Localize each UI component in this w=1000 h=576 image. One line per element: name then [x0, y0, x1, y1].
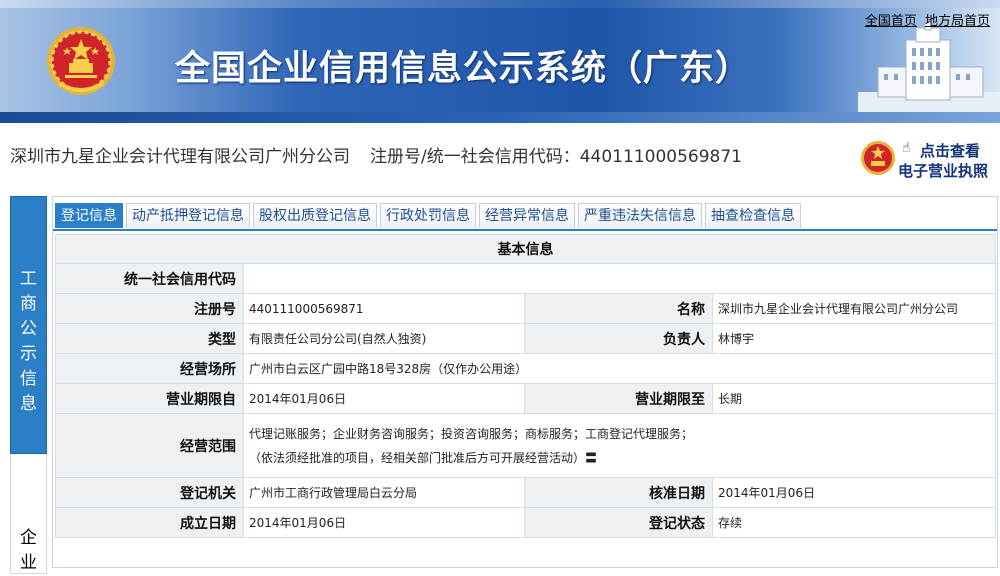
tab-administrative-penalty[interactable]: 行政处罚信息	[380, 203, 476, 228]
tab-spot-check[interactable]: 抽查检查信息	[705, 203, 801, 228]
company-name: 深圳市九星企业会计代理有限公司广州分公司	[10, 147, 350, 167]
table-row: 营业期限自 2014年01月06日 营业期限至 长期	[55, 383, 996, 414]
side-nav-label: 工商公示信息	[20, 269, 37, 414]
business-scope-line: （依法须经批准的项目，经相关部门批准后方可开展经营活动）〓	[249, 450, 598, 465]
term-from-label: 营业期限自	[55, 383, 244, 414]
person-in-charge-label: 负责人	[524, 323, 713, 354]
table-row: 类型 有限责任公司分公司(自然人独资) 负责人 林博宇	[55, 323, 996, 354]
tab-registration-info[interactable]: 登记信息	[55, 203, 123, 228]
status-label: 登记状态	[524, 507, 713, 538]
header-banner: 全国企业信用信息公示系统（广东）	[0, 0, 1000, 123]
hand-pointer-icon: ☝	[902, 140, 911, 156]
national-emblem-icon	[861, 141, 895, 175]
address-value: 广州市白云区广园中路18号328房（仅作办公用途）	[243, 353, 996, 384]
founded-date-label: 成立日期	[55, 507, 244, 538]
view-electronic-license-button[interactable]: ☝ 点击查看 电子营业执照	[860, 138, 1000, 180]
national-emblem-icon	[47, 27, 115, 95]
local-home-link[interactable]: 地方局首页	[925, 14, 990, 29]
tab-abnormal-operation[interactable]: 经营异常信息	[479, 203, 575, 228]
tab-equity-pledge[interactable]: 股权出质登记信息	[253, 203, 377, 228]
table-row: 基本信息	[55, 234, 996, 264]
type-label: 类型	[55, 323, 244, 354]
table-row: 登记机关 广州市工商行政管理局白云分局 核准日期 2014年01月06日	[55, 477, 996, 508]
approval-date-value: 2014年01月06日	[712, 477, 996, 508]
side-nav-item-business-info[interactable]: 工商公示信息	[10, 196, 47, 454]
address-label: 经营场所	[55, 353, 244, 384]
term-from-value: 2014年01月06日	[243, 383, 525, 414]
top-links: 全国首页 地方局首页	[861, 10, 990, 29]
side-nav-item-enterprise[interactable]: 企业	[10, 454, 47, 574]
table-row: 注册号 440111000569871 名称 深圳市九星企业会计代理有限公司广州…	[55, 293, 996, 324]
authority-label: 登记机关	[55, 477, 244, 508]
tab-underline	[53, 229, 997, 231]
reg-code-label: 注册号/统一社会信用代码：	[370, 147, 580, 167]
credit-code-label: 统一社会信用代码	[55, 263, 244, 294]
tab-bar: 登记信息 动产抵押登记信息 股权出质登记信息 行政处罚信息 经营异常信息 严重违法失信信息…	[55, 203, 804, 229]
credit-code-value	[243, 263, 996, 294]
reg-no-label: 注册号	[55, 293, 244, 324]
business-scope-label: 经营范围	[55, 413, 244, 478]
banner-top-strip	[0, 0, 1000, 8]
table-row: 经营场所 广州市白云区广园中路18号328房（仅作办公用途）	[55, 353, 996, 384]
reg-code-value: 440111000569871	[579, 147, 742, 167]
side-nav-label: 企业	[20, 528, 37, 573]
tab-chattel-mortgage[interactable]: 动产抵押登记信息	[126, 203, 250, 228]
authority-value: 广州市工商行政管理局白云分局	[243, 477, 525, 508]
page-title: 全国企业信用信息公示系统（广东）	[175, 49, 752, 89]
table-row: 统一社会信用代码	[55, 263, 996, 294]
license-line2: 电子营业执照	[898, 162, 989, 180]
section-title: 基本信息	[55, 234, 996, 264]
license-line1: 点击查看	[920, 142, 981, 160]
founded-date-value: 2014年01月06日	[243, 507, 525, 538]
approval-date-label: 核准日期	[524, 477, 713, 508]
basic-info-table: 基本信息 统一社会信用代码 注册号 440111000569871 名称 深圳市…	[55, 234, 996, 538]
status-value: 存续	[712, 507, 996, 538]
name-label: 名称	[524, 293, 713, 324]
building-illustration-icon	[858, 22, 1000, 117]
term-to-label: 营业期限至	[524, 383, 713, 414]
type-value: 有限责任公司分公司(自然人独资)	[243, 323, 525, 354]
main-content: 登记信息 动产抵押登记信息 股权出质登记信息 行政处罚信息 经营异常信息 严重违法失信信息…	[52, 196, 998, 568]
table-row: 成立日期 2014年01月06日 登记状态 存续	[55, 507, 996, 538]
side-nav: 工商公示信息 企业	[10, 196, 47, 574]
tab-serious-violation[interactable]: 严重违法失信信息	[578, 203, 702, 228]
banner-bottom-strip	[0, 112, 1000, 123]
person-in-charge-value: 林博宇	[712, 323, 996, 354]
business-scope-line: 代理记账服务；企业财务咨询服务；投资咨询服务；商标服务；工商登记代理服务；	[249, 426, 694, 441]
term-to-value: 长期	[712, 383, 996, 414]
name-value: 深圳市九星企业会计代理有限公司广州分公司	[712, 293, 996, 324]
business-scope-value: 代理记账服务；企业财务咨询服务；投资咨询服务；商标服务；工商登记代理服务； （依…	[243, 413, 996, 478]
national-home-link[interactable]: 全国首页	[865, 14, 917, 29]
reg-no-value: 440111000569871	[243, 293, 525, 324]
table-row: 经营范围 代理记账服务；企业财务咨询服务；投资咨询服务；商标服务；工商登记代理服…	[55, 413, 996, 478]
company-summary: 深圳市九星企业会计代理有限公司广州分公司 注册号/统一社会信用代码：4401110…	[10, 142, 742, 167]
